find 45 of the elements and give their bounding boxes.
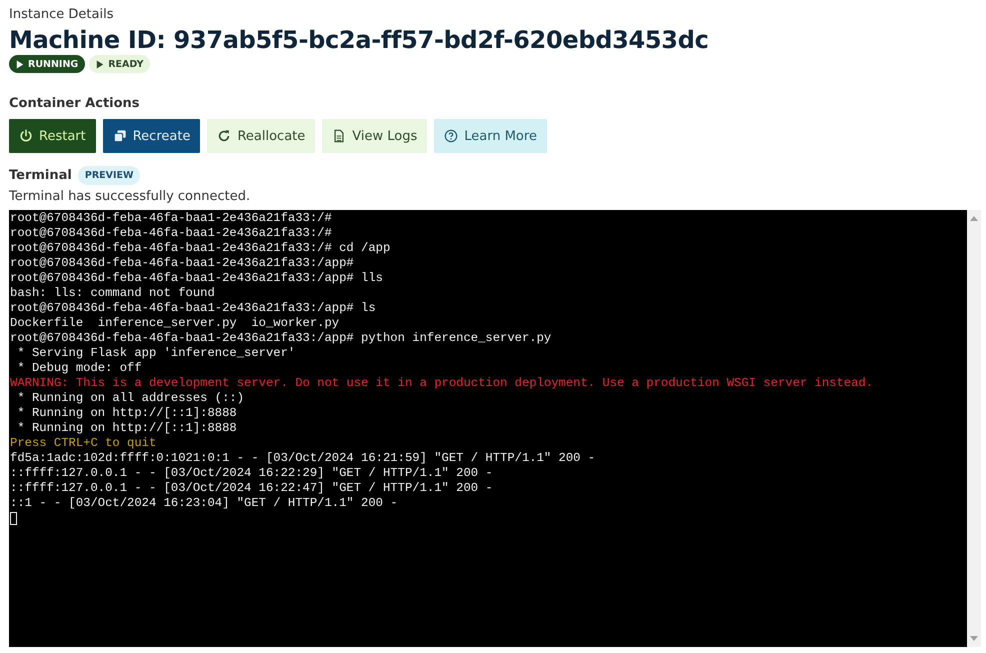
- action-button[interactable]: Reallocate: [207, 119, 316, 153]
- action-button[interactable]: Restart: [9, 119, 96, 153]
- terminal-line: fd5a:1adc:102d:ffff:0:1021:0:1 - - [03/Oct/2024 16:21:59] "GET / HTTP/1.1" 200 -: [10, 451, 596, 466]
- terminal-line: * Serving Flask app 'inference_server': [16, 346, 296, 361]
- terminal-line: root@6708436d-feba-46fa-baa1-2e436a21fa33:/app# ls: [10, 301, 377, 316]
- status-label: RUNNING: [28, 58, 78, 70]
- help-icon: [444, 129, 458, 143]
- section-heading: Container Actions: [9, 95, 141, 113]
- terminal-line: Dockerfile inference_server.py io_worker.py: [10, 316, 340, 331]
- status-label: READY: [108, 58, 144, 70]
- document-icon: [332, 129, 346, 143]
- machine-title: Machine ID: 937ab5f5-bc2a-ff57-bd2f-620ebd3453dc: [9, 26, 710, 54]
- refresh-icon: [217, 129, 232, 143]
- action-button[interactable]: Learn More: [434, 119, 547, 153]
- connection-status: Terminal has successfully connected.: [9, 188, 252, 206]
- section-label: Instance Details: [9, 6, 114, 24]
- terminal-line: Press CTRL+C to quit: [10, 436, 158, 451]
- terminal-line: bash: lls: command not found: [10, 286, 216, 301]
- terminal-line: root@6708436d-feba-46fa-baa1-2e436a21fa33:/#: [10, 211, 333, 226]
- scroll-down-icon[interactable]: [970, 636, 978, 641]
- scrollbar[interactable]: [967, 210, 981, 647]
- play-icon: [16, 60, 24, 68]
- terminal-line: * Running on http://[::1]:8888: [16, 421, 238, 436]
- action-button[interactable]: View Logs: [322, 119, 428, 153]
- cursor-icon: [10, 512, 17, 525]
- play-icon: [96, 60, 104, 68]
- terminal-output[interactable]: [9, 210, 967, 647]
- terminal-line: root@6708436d-feba-46fa-baa1-2e436a21fa33:/app# python inference_server.py: [10, 331, 552, 346]
- power-icon: [19, 129, 33, 143]
- scroll-up-icon[interactable]: [970, 216, 978, 221]
- terminal-line: ::1 - - [03/Oct/2024 16:23:04] "GET / HTTP/1.1" 200 -: [10, 496, 399, 511]
- terminal-line: root@6708436d-feba-46fa-baa1-2e436a21fa33:/app# lls: [10, 271, 384, 286]
- terminal-line: root@6708436d-feba-46fa-baa1-2e436a21fa33:/#: [10, 226, 333, 241]
- terminal-line: WARNING: This is a development server. Do not use it in a production deployment. Use a production WSGI server instead.: [10, 376, 874, 391]
- terminal-line: * Debug mode: off: [16, 361, 143, 376]
- copy-icon: [112, 129, 127, 143]
- terminal-line: * Running on http://[::1]:8888: [16, 406, 238, 421]
- terminal-line: ::ffff:127.0.0.1 - - [03/Oct/2024 16:22:47] "GET / HTTP/1.1" 200 -: [10, 481, 494, 496]
- action-button[interactable]: Recreate: [102, 119, 200, 153]
- terminal-line: root@6708436d-feba-46fa-baa1-2e436a21fa33:/# cd /app: [10, 241, 392, 256]
- terminal-line: * Running on all addresses (::): [16, 391, 246, 406]
- terminal-line: ::ffff:127.0.0.1 - - [03/Oct/2024 16:22:29] "GET / HTTP/1.1" 200 -: [10, 466, 494, 481]
- terminal-line: root@6708436d-feba-46fa-baa1-2e436a21fa33:/app#: [10, 256, 355, 271]
- preview-badge: PREVIEW: [78, 166, 140, 185]
- section-heading: Terminal: [9, 166, 72, 184]
